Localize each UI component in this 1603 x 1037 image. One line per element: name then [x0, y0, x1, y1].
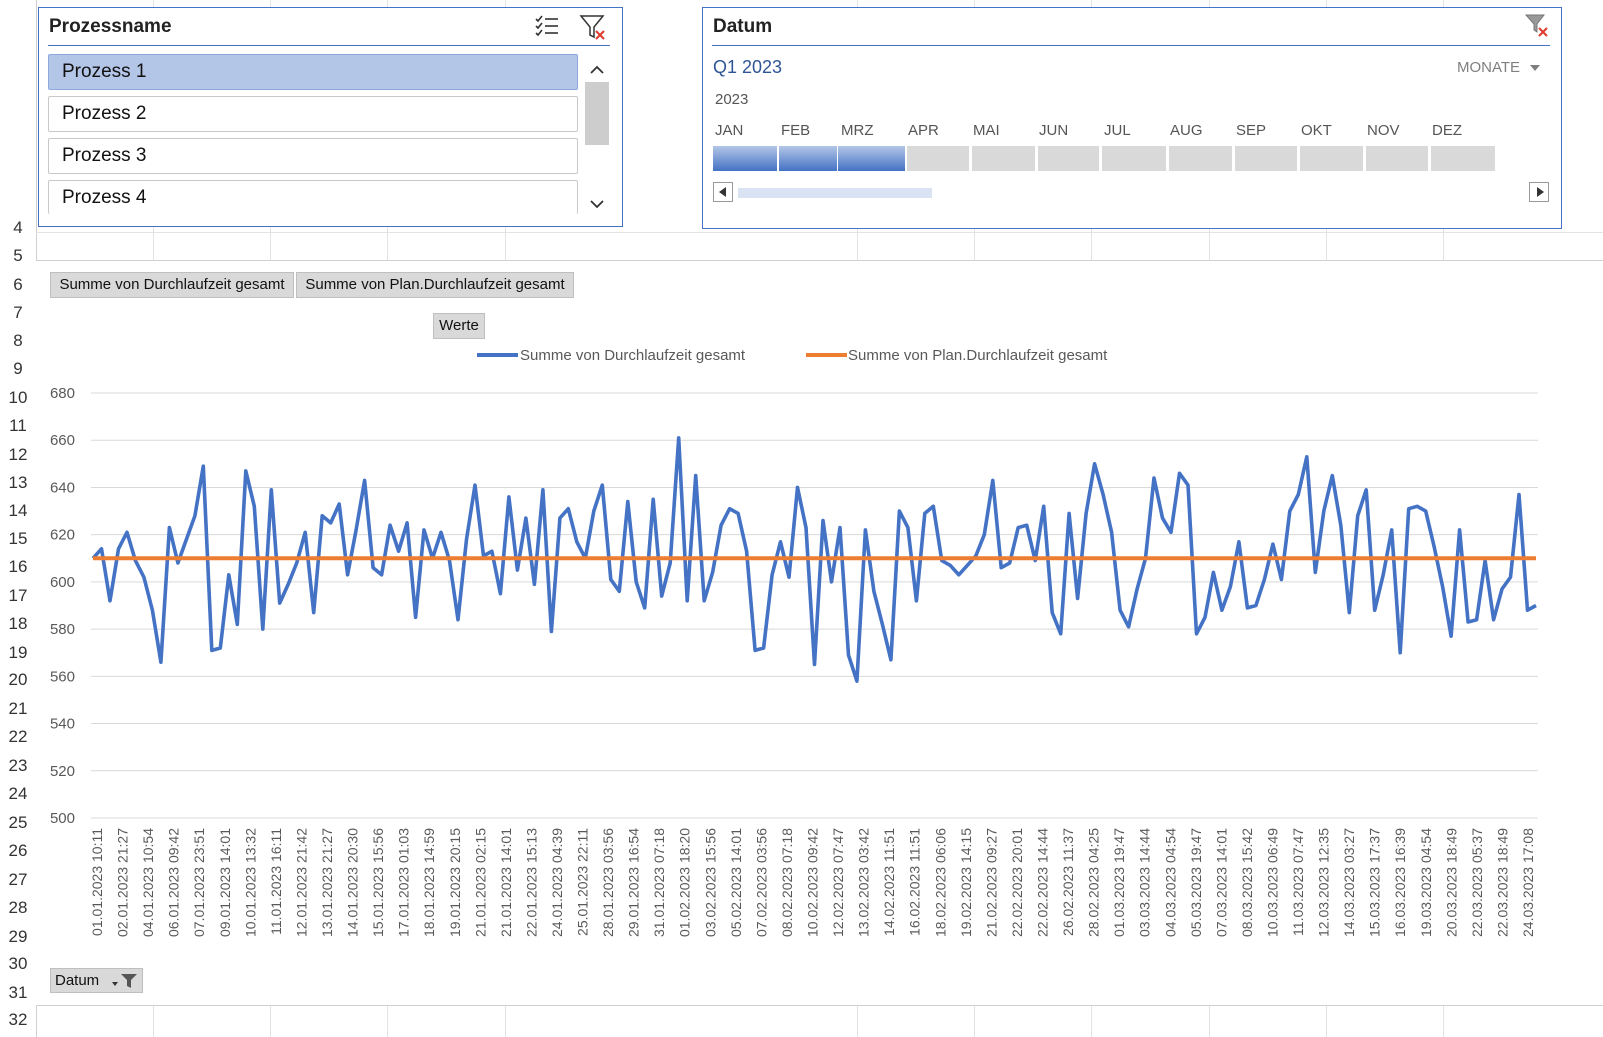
month-bar-okt[interactable] [1300, 146, 1363, 171]
pivot-field-button-werte[interactable]: Werte [433, 313, 485, 339]
row-number[interactable]: 21 [0, 699, 36, 719]
month-bar-jun[interactable] [1038, 146, 1099, 171]
month-label-okt: OKT [1301, 122, 1332, 139]
row-number[interactable]: 32 [0, 1010, 36, 1030]
timeline-scroll-right-button[interactable] [1529, 182, 1549, 202]
row-number[interactable]: 10 [0, 388, 36, 408]
row-number[interactable]: 7 [0, 303, 36, 323]
row-number[interactable]: 22 [0, 727, 36, 747]
row-number[interactable]: 11 [0, 416, 36, 436]
slicer-item-prozess-2[interactable]: Prozess 2 [48, 96, 578, 132]
month-bar-sep[interactable] [1235, 146, 1297, 171]
row-number[interactable]: 31 [0, 983, 36, 1003]
row-number[interactable]: 9 [0, 359, 36, 379]
row-number[interactable]: 15 [0, 529, 36, 549]
pivot-chart[interactable] [36, 260, 1603, 1006]
row-number[interactable]: 27 [0, 870, 36, 890]
month-label-sep: SEP [1236, 122, 1267, 139]
month-label-jun: JUN [1039, 122, 1069, 139]
clear-filter-icon[interactable] [1524, 13, 1550, 44]
month-bar-feb[interactable] [779, 146, 837, 171]
datum-label: Datum [55, 972, 100, 989]
pivot-field-button-datum[interactable]: Datum [50, 968, 143, 993]
row-number[interactable]: 8 [0, 331, 36, 351]
scroll-down-icon[interactable] [590, 196, 604, 214]
clear-filter-icon[interactable] [579, 13, 607, 46]
row-number[interactable]: 23 [0, 756, 36, 776]
pivot-field-button-plan-durchlaufzeit[interactable]: Summe von Plan.Durchlaufzeit gesamt [296, 272, 574, 298]
row-number[interactable]: 5 [0, 246, 36, 266]
month-label-nov: NOV [1367, 122, 1400, 139]
row-number[interactable]: 6 [0, 275, 36, 295]
timeline-scroll-left-button[interactable] [713, 182, 733, 202]
process-slicer-separator [48, 45, 610, 46]
date-slicer-title: Datum [713, 16, 773, 37]
row-number[interactable]: 16 [0, 557, 36, 577]
year-label: 2023 [715, 91, 749, 108]
row-number[interactable]: 17 [0, 586, 36, 606]
process-slicer-title: Prozessname [49, 16, 172, 37]
time-level-dropdown[interactable]: MONATE [1457, 59, 1541, 76]
row-number[interactable]: 13 [0, 473, 36, 493]
month-bar-jan[interactable] [713, 146, 777, 171]
arrow-left-icon [719, 187, 726, 197]
month-label-mrz: MRZ [841, 122, 874, 139]
arrow-right-icon [1537, 187, 1544, 197]
slicer-item-prozess-4[interactable]: Prozess 4 [48, 180, 578, 214]
month-bar-apr[interactable] [907, 146, 969, 171]
month-label-aug: AUG [1170, 122, 1203, 139]
row-number[interactable]: 26 [0, 841, 36, 861]
chevron-down-icon [1530, 65, 1541, 72]
month-label-feb: FEB [781, 122, 811, 139]
row-gridline [36, 232, 1603, 233]
row-number[interactable]: 24 [0, 784, 36, 804]
row-number[interactable]: 14 [0, 501, 36, 521]
month-bar-nov[interactable] [1366, 146, 1428, 171]
month-bar-mrz[interactable] [838, 146, 905, 171]
row-number[interactable]: 19 [0, 643, 36, 663]
month-label-jan: JAN [715, 122, 744, 139]
month-bar-mai[interactable] [972, 146, 1035, 171]
row-number[interactable]: 12 [0, 445, 36, 465]
month-bar-jul[interactable] [1102, 146, 1166, 171]
month-label-apr: APR [908, 122, 939, 139]
scroll-up-icon[interactable] [590, 62, 604, 80]
slicer-item-prozess-1[interactable]: Prozess 1 [48, 54, 578, 90]
multi-select-icon[interactable] [534, 14, 560, 43]
month-bar-dez[interactable] [1431, 146, 1495, 171]
timeline-scroll-track[interactable] [738, 188, 932, 198]
month-bar-aug[interactable] [1169, 146, 1232, 171]
date-slicer-separator [712, 45, 1550, 46]
sort-dropdown-icon [112, 982, 118, 986]
slicer-item-prozess-3[interactable]: Prozess 3 [48, 138, 578, 174]
month-label-dez: DEZ [1432, 122, 1462, 139]
scrollbar-thumb[interactable] [585, 82, 609, 145]
row-number[interactable]: 30 [0, 954, 36, 974]
row-number[interactable]: 28 [0, 898, 36, 918]
month-label-jul: JUL [1104, 122, 1131, 139]
selected-range-label: Q1 2023 [713, 57, 783, 77]
row-number[interactable]: 25 [0, 813, 36, 833]
row-number[interactable]: 4 [0, 218, 36, 238]
row-number[interactable]: 29 [0, 927, 36, 947]
pivot-field-button-durchlaufzeit[interactable]: Summe von Durchlaufzeit gesamt [50, 272, 294, 298]
filter-icon [120, 973, 138, 997]
month-label-mai: MAI [973, 122, 1000, 139]
time-level-label: MONATE [1457, 59, 1521, 76]
row-number[interactable]: 18 [0, 614, 36, 634]
row-number[interactable]: 20 [0, 670, 36, 690]
